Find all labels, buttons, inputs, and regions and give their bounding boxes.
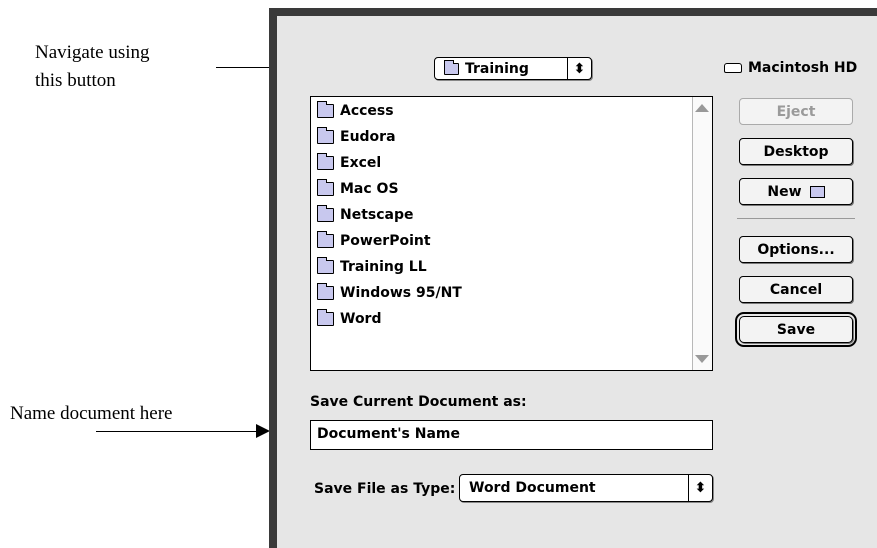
list-item[interactable]: Word [317,307,382,330]
list-item-label: Eudora [340,128,396,145]
list-item[interactable]: Training LL [317,255,427,278]
new-folder-button[interactable]: New [739,178,853,205]
popup-arrows-icon: ⬍ [688,475,712,501]
folder-icon [317,230,334,248]
list-item[interactable]: Windows 95/NT [317,281,462,304]
desktop-button[interactable]: Desktop [739,138,853,165]
list-item-label: Excel [340,154,382,171]
scroll-down-arrow-icon[interactable] [695,355,709,363]
new-button-label: New [767,183,802,200]
annotation-navigate-line2: this button [35,70,116,91]
file-type-popup[interactable]: Word Document ⬍ [459,474,713,502]
list-item-label: Word [340,310,382,327]
cancel-button[interactable]: Cancel [739,276,853,303]
file-type-label: Save File as Type: [314,481,456,497]
folder-icon [317,178,334,196]
list-item[interactable]: Netscape [317,203,414,226]
list-item-label: PowerPoint [340,232,431,249]
list-scrollbar[interactable] [692,97,712,370]
file-type-value: Word Document [469,480,596,496]
list-item-label: Training LL [340,258,427,275]
disk-name: Macintosh HD [724,60,857,76]
list-item[interactable]: Eudora [317,125,396,148]
list-item[interactable]: Mac OS [317,177,399,200]
file-list[interactable]: Access Eudora Excel Mac OS Netscape Powe… [310,96,713,371]
list-item[interactable]: Access [317,99,394,122]
annotation-name-document: Name document here [10,403,173,424]
document-name-field[interactable]: Document's Name [310,420,713,450]
list-item-label: Access [340,102,394,119]
folder-icon [317,256,334,274]
hard-disk-icon [724,63,742,73]
folder-icon [809,185,825,198]
folder-icon [317,282,334,300]
save-dialog: Training ⬍ Macintosh HD Access Eudora Ex… [269,8,877,548]
save-button[interactable]: Save [735,312,857,347]
folder-icon [317,204,334,222]
folder-icon [317,126,334,144]
name-arrow-line [96,431,256,432]
name-arrow-head [256,424,270,438]
list-item[interactable]: Excel [317,151,381,174]
options-button[interactable]: Options... [739,236,853,263]
save-as-label: Save Current Document as: [310,394,527,410]
list-item-label: Netscape [340,206,414,223]
popup-arrows-icon: ⬍ [567,58,591,79]
location-popup[interactable]: Training ⬍ [434,57,592,80]
list-item-label: Windows 95/NT [340,284,462,301]
folder-icon [317,152,334,170]
list-item[interactable]: PowerPoint [317,229,431,252]
list-item-label: Mac OS [340,180,399,197]
disk-label: Macintosh HD [748,60,858,76]
eject-button[interactable]: Eject [739,98,853,125]
annotation-navigate-line1: Navigate using [35,42,150,63]
folder-icon [317,308,334,326]
folder-icon [317,100,334,118]
button-divider [737,218,855,219]
scroll-up-arrow-icon[interactable] [695,104,709,112]
folder-icon [444,59,459,75]
location-popup-label: Training [465,60,529,77]
